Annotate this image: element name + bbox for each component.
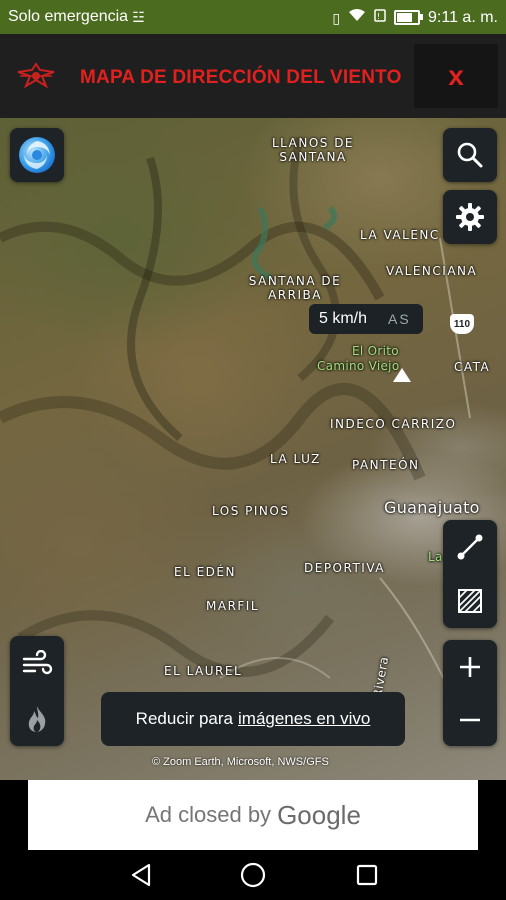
close-button[interactable]: x bbox=[414, 44, 498, 108]
map-view[interactable]: LLANOS DE SANTANA LA VALENC VALENCIANA S… bbox=[0, 118, 506, 780]
ad-closed-text: Ad closed by bbox=[145, 802, 272, 827]
location-marker-icon[interactable] bbox=[393, 368, 411, 382]
place-label: EL LAUREL bbox=[164, 664, 243, 678]
settings-button[interactable] bbox=[443, 190, 497, 244]
status-left: Solo emergencia ☳ bbox=[8, 8, 145, 26]
signal-icon: ! bbox=[374, 8, 386, 27]
line-tool-icon bbox=[457, 534, 483, 560]
place-label: EL EDÉN bbox=[174, 565, 236, 579]
place-label: PANTEÓN bbox=[352, 458, 420, 472]
live-banner-text: Reducir para bbox=[135, 709, 233, 728]
measure-line-button[interactable] bbox=[443, 520, 497, 574]
zoom-earth-logo-button[interactable] bbox=[10, 128, 64, 182]
carrier-text: Solo emergencia bbox=[8, 8, 129, 25]
place-label: LA VALENC bbox=[360, 228, 440, 242]
live-imagery-link[interactable]: imágenes en vivo bbox=[238, 709, 370, 729]
wind-layer-button[interactable] bbox=[10, 636, 64, 691]
area-draw-button[interactable] bbox=[443, 574, 497, 628]
battery-icon bbox=[394, 10, 424, 25]
back-button[interactable] bbox=[128, 862, 154, 888]
home-button[interactable] bbox=[240, 862, 266, 888]
terrain-overlay bbox=[0, 136, 471, 739]
svg-text:!: ! bbox=[377, 12, 380, 21]
place-label: LOS PINOS bbox=[212, 504, 290, 518]
place-label: CATA bbox=[454, 360, 491, 374]
place-label: Guanajuato bbox=[384, 498, 480, 517]
place-label: La bbox=[428, 550, 443, 564]
ad-area: Ad closed by Google bbox=[0, 780, 506, 850]
home-circle-icon bbox=[240, 862, 266, 888]
search-button[interactable] bbox=[443, 128, 497, 182]
system-nav-bar bbox=[0, 850, 506, 900]
layer-controls bbox=[10, 636, 64, 746]
app-header: MAPA DE DIRECCIÓN DEL VIENTO x bbox=[0, 34, 506, 118]
google-logo: Google bbox=[277, 799, 361, 830]
zoom-out-button[interactable] bbox=[443, 693, 497, 746]
fire-icon bbox=[28, 705, 46, 732]
vibrate-icon: ▯ bbox=[332, 9, 341, 26]
place-label: VALENCIANA bbox=[386, 264, 478, 278]
ad-banner[interactable]: Ad closed by Google bbox=[28, 780, 478, 850]
status-right: ▯ ! 9:11 a. m. bbox=[332, 8, 498, 27]
place-label: MARFIL bbox=[206, 599, 260, 613]
zoom-controls bbox=[443, 640, 497, 746]
place-label: El Orito bbox=[352, 344, 399, 358]
place-label: LA LUZ bbox=[270, 452, 321, 466]
gear-icon bbox=[456, 203, 484, 231]
wind-speed: 5 km/h bbox=[319, 310, 368, 327]
back-triangle-icon bbox=[131, 863, 151, 887]
app-logo bbox=[16, 62, 56, 90]
clock: 9:11 a. m. bbox=[428, 8, 498, 26]
sim-icon: ☳ bbox=[132, 9, 145, 25]
wind-speed-badge[interactable]: 5 km/h AS bbox=[309, 304, 423, 334]
place-label: DEPORTIVA bbox=[304, 561, 385, 575]
draw-tools-group bbox=[443, 520, 497, 628]
status-bar: Solo emergencia ☳ ▯ ! 9:11 a. m. bbox=[0, 0, 506, 34]
plus-icon bbox=[460, 656, 480, 677]
area-tool-icon bbox=[458, 589, 482, 613]
place-label: Camino Viejo bbox=[317, 359, 400, 373]
place-label: SANTANA DE ARRIBA bbox=[248, 274, 342, 302]
minus-icon bbox=[460, 718, 480, 721]
live-imagery-banner[interactable]: Reducir para imágenes en vivo bbox=[101, 692, 405, 746]
place-label: LLANOS DE SANTANA bbox=[271, 136, 355, 164]
recents-button[interactable] bbox=[354, 862, 380, 888]
recents-square-icon bbox=[356, 864, 378, 886]
place-label: INDECO CARRIZO bbox=[330, 417, 457, 431]
wind-icon bbox=[22, 649, 53, 674]
highway-shield: 110 bbox=[450, 314, 474, 334]
search-icon bbox=[457, 142, 483, 168]
zoom-in-button[interactable] bbox=[443, 640, 497, 693]
page-title: MAPA DE DIRECCIÓN DEL VIENTO bbox=[80, 67, 402, 88]
wifi-icon bbox=[348, 8, 366, 27]
swirl-icon bbox=[19, 137, 55, 173]
fire-layer-button[interactable] bbox=[10, 691, 64, 746]
map-attribution: © Zoom Earth, Microsoft, NWS/GFS bbox=[152, 756, 329, 768]
wind-direction: AS bbox=[388, 311, 411, 327]
